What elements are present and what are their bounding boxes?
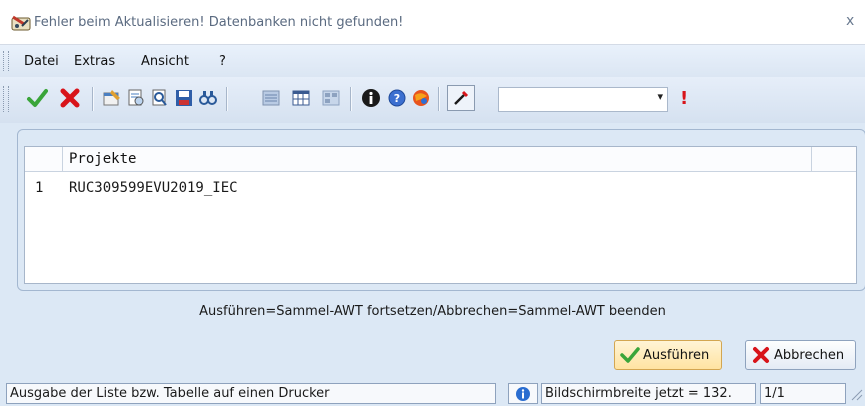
toolbar-separator (438, 87, 440, 111)
dropdown-arrow-icon[interactable]: ▾ (657, 90, 663, 103)
exclamation-icon: ! (680, 88, 689, 109)
red-x-icon (753, 347, 769, 363)
cancel-button-label: Abbrechen (774, 347, 845, 363)
column-header-projekte[interactable]: Projekte (69, 151, 136, 167)
toolbar: ? ▾ ! (0, 77, 865, 123)
save-icon[interactable] (173, 87, 195, 109)
toolbar-combobox[interactable]: ▾ (498, 87, 668, 112)
toolbar-separator (350, 87, 352, 111)
find-icon[interactable] (197, 87, 219, 109)
table-view-icon[interactable] (290, 87, 312, 109)
properties-icon[interactable] (101, 87, 123, 109)
zoom-page-icon[interactable] (149, 87, 171, 109)
toolbar-grip[interactable] (3, 86, 9, 112)
screen-width-status: Bildschirmbreite jetzt = 132. (541, 383, 756, 404)
help-icon[interactable]: ? (386, 87, 408, 109)
toolbar-separator (226, 87, 228, 111)
grid-view-icon[interactable] (320, 87, 342, 109)
print-preview-icon[interactable] (125, 87, 147, 109)
run-button-label: Ausführen (643, 347, 710, 363)
globe-icon[interactable] (410, 87, 432, 109)
page-indicator: 1/1 (760, 383, 846, 404)
toolbar-separator (92, 87, 94, 111)
info-icon (516, 386, 530, 401)
projects-grid[interactable]: Projekte 1 RUC309599EVU2019_IEC (24, 146, 857, 284)
checkmark-icon[interactable] (26, 87, 48, 109)
title-bar: Fehler beim Aktualisieren! Datenbanken n… (0, 0, 865, 45)
menu-help[interactable]: ? (219, 54, 226, 69)
status-text: Ausgabe der Liste bzw. Tabelle auf einen… (6, 383, 496, 404)
red-x-icon[interactable] (59, 87, 81, 109)
settings-icon[interactable] (447, 85, 475, 111)
close-icon[interactable]: x (846, 13, 854, 29)
run-button[interactable]: Ausführen (614, 340, 722, 370)
list-view-icon[interactable] (260, 87, 282, 109)
grid-cell-project[interactable]: RUC309599EVU2019_IEC (69, 180, 238, 196)
grid-corner (25, 147, 63, 171)
info-icon[interactable] (360, 87, 382, 109)
menu-bar: Datei Extras Ansicht ? (0, 45, 865, 77)
app-pencil-icon (11, 15, 31, 31)
instruction-message: Ausführen=Sammel-AWT fortsetzen/Abbreche… (199, 304, 666, 319)
menu-extras[interactable]: Extras (74, 54, 115, 69)
menu-grip[interactable] (3, 51, 9, 71)
checkmark-icon (620, 347, 640, 363)
row-number: 1 (35, 180, 44, 196)
menu-datei[interactable]: Datei (24, 54, 59, 69)
status-info-panel (508, 383, 538, 404)
window-title: Fehler beim Aktualisieren! Datenbanken n… (34, 15, 404, 30)
status-bar: Ausgabe der Liste bzw. Tabelle auf einen… (0, 382, 865, 405)
grid-header: Projekte (25, 147, 856, 172)
svg-text:?: ? (394, 92, 400, 105)
cancel-button[interactable]: Abbrechen (745, 340, 856, 370)
resize-grip-icon[interactable] (850, 386, 864, 402)
column-divider (811, 147, 812, 171)
menu-ansicht[interactable]: Ansicht (141, 54, 189, 69)
